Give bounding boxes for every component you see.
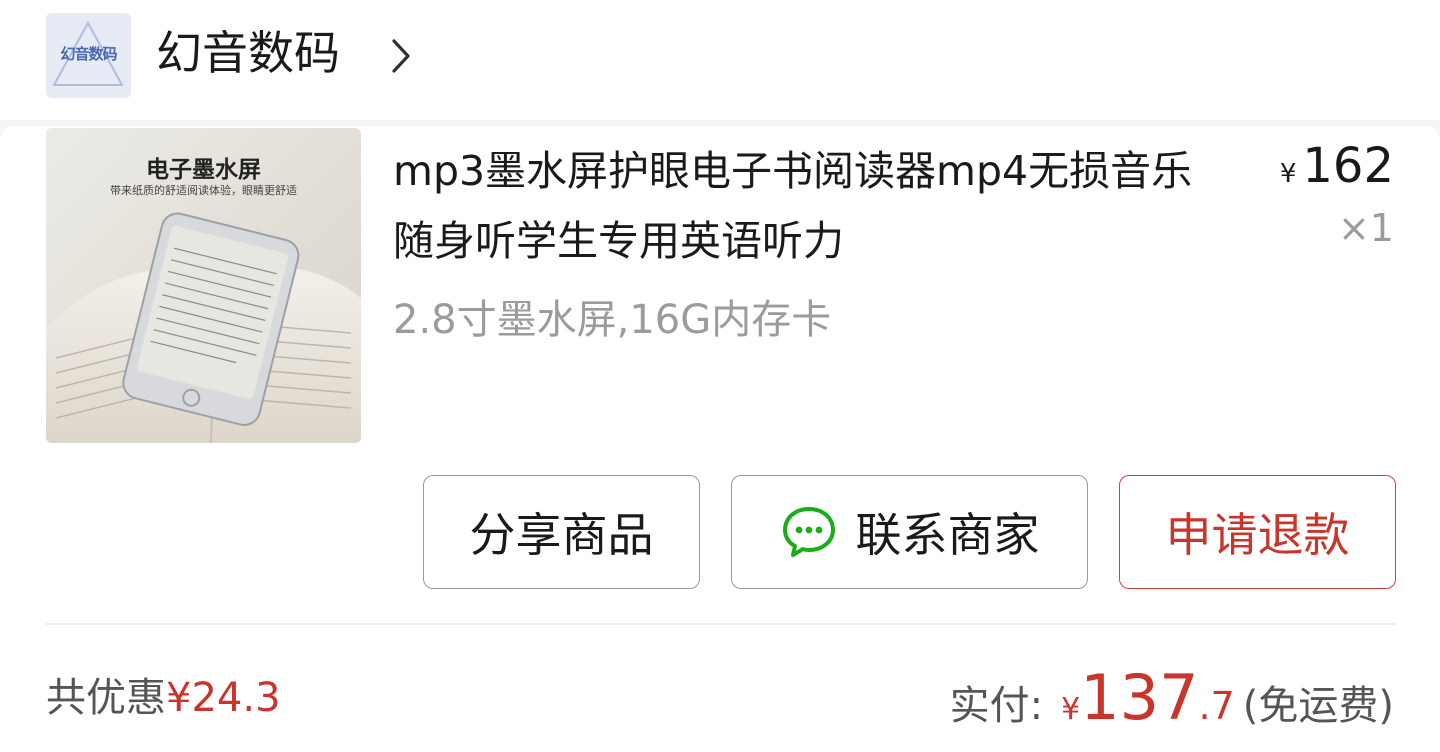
paid-amount-decimal: .7 xyxy=(1198,684,1235,728)
discount-label: 共优惠 xyxy=(46,675,166,721)
request-refund-button[interactable]: 申请退款 xyxy=(1119,475,1396,589)
share-product-button[interactable]: 分享商品 xyxy=(423,475,700,589)
discount-summary: 共优惠¥24.3 xyxy=(46,666,281,730)
order-card: 电子墨水屏 带来纸质的舒适阅读体验，眼睛更舒适 mp3墨水屏护眼电子书阅读器mp… xyxy=(0,126,1440,752)
chevron-right-icon[interactable] xyxy=(388,36,414,76)
product-image-title: 电子墨水屏 xyxy=(146,157,261,183)
shop-name[interactable]: 幻音数码 xyxy=(156,22,340,84)
price-currency-symbol: ¥ xyxy=(1279,159,1297,189)
shop-logo[interactable]: 幻音数码 xyxy=(46,13,131,98)
price-value: 162 xyxy=(1302,138,1394,194)
product-price: ¥162 xyxy=(1280,134,1394,206)
paid-total: 实付: ¥137.7 (免运费) xyxy=(950,662,1394,746)
shop-header[interactable]: 幻音数码 幻音数码 xyxy=(0,0,1440,120)
paid-amount-integer: 137 xyxy=(1080,661,1199,734)
shipping-note: (免运费) xyxy=(1242,683,1394,729)
chat-bubble-icon xyxy=(782,507,835,557)
paid-label: 实付: xyxy=(949,683,1044,729)
share-product-label: 分享商品 xyxy=(469,508,654,562)
product-image[interactable]: 电子墨水屏 带来纸质的舒适阅读体验，眼睛更舒适 xyxy=(46,128,361,443)
divider xyxy=(46,623,1396,625)
product-title[interactable]: mp3墨水屏护眼电子书阅读器mp4无损音乐随身听学生专用英语听力 xyxy=(393,136,1223,276)
product-spec: 2.8寸墨水屏,16G内存卡 xyxy=(393,297,832,343)
paid-currency-symbol: ¥ xyxy=(1061,692,1081,727)
contact-merchant-button[interactable]: 联系商家 xyxy=(731,475,1088,589)
discount-amount: ¥24.3 xyxy=(166,675,281,721)
request-refund-label: 申请退款 xyxy=(1165,508,1350,562)
shop-logo-text: 幻音数码 xyxy=(60,45,117,63)
product-image-subtitle: 带来纸质的舒适阅读体验，眼睛更舒适 xyxy=(110,184,297,197)
contact-merchant-label: 联系商家 xyxy=(855,508,1040,562)
product-quantity: ×1 xyxy=(1337,206,1394,250)
